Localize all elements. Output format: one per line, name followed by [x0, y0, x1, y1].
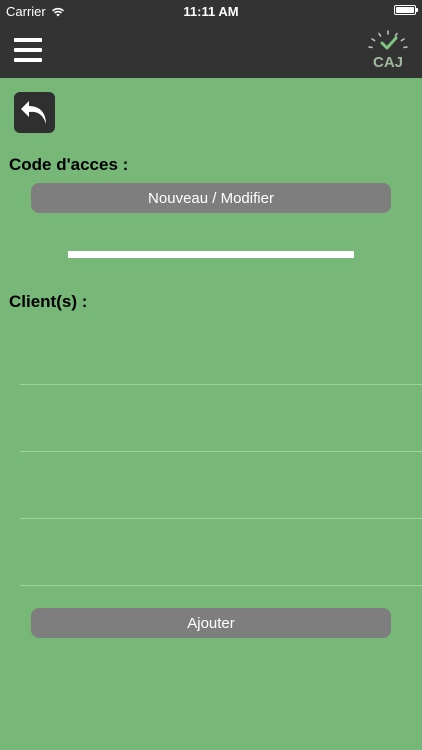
nav-bar: CAJ	[0, 22, 422, 78]
client-list	[20, 318, 422, 586]
table-row[interactable]	[20, 452, 422, 519]
hamburger-menu-icon[interactable]	[14, 36, 42, 64]
add-client-button[interactable]: Ajouter	[31, 608, 391, 638]
new-modify-button[interactable]: Nouveau / Modifier	[31, 183, 391, 213]
battery-icon	[394, 5, 418, 15]
checkmark-icon	[380, 36, 398, 50]
status-time: 11:11 AM	[183, 4, 239, 19]
caj-logo: CAJ	[368, 30, 408, 71]
table-row[interactable]	[20, 519, 422, 586]
table-row[interactable]	[20, 318, 422, 385]
access-code-label: Code d'acces :	[9, 155, 129, 174]
table-row[interactable]	[20, 385, 422, 452]
battery-fill	[396, 7, 414, 13]
logo-text: CAJ	[373, 54, 403, 71]
back-button[interactable]	[14, 92, 55, 133]
undo-arrow-icon	[20, 100, 46, 124]
menu-line	[14, 58, 42, 62]
menu-line	[14, 38, 42, 42]
menu-line	[14, 48, 42, 52]
clients-label: Client(s) :	[9, 292, 88, 311]
status-bar: Carrier 11:11 AM	[0, 0, 422, 22]
access-code-field	[68, 251, 354, 258]
